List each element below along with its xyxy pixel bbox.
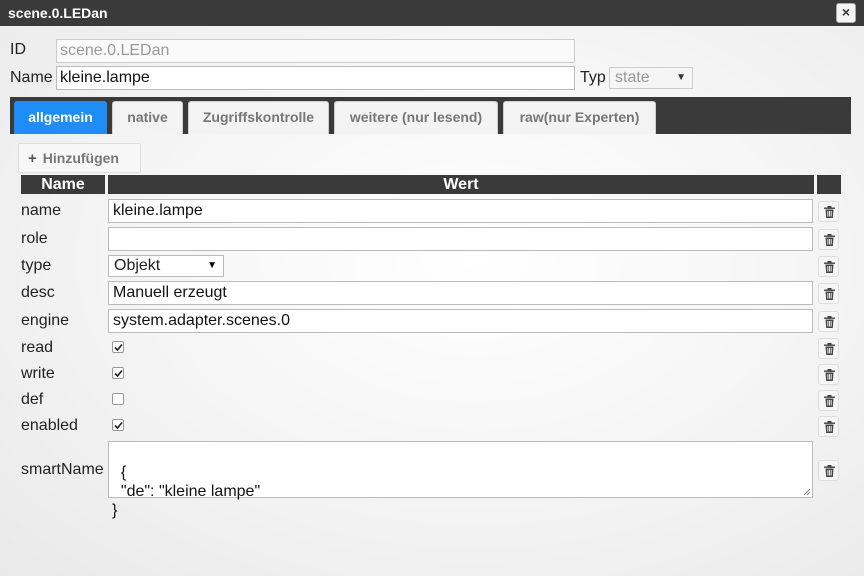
delete-button-role[interactable] <box>818 229 839 250</box>
close-button[interactable]: × <box>836 3 856 23</box>
name-field[interactable] <box>56 66 575 90</box>
row-label-smartname: smartName <box>21 461 104 478</box>
window-title: scene.0.LEDan <box>8 5 108 21</box>
delete-button-smartname[interactable] <box>818 460 839 481</box>
delete-button-enabled[interactable] <box>818 416 839 437</box>
delete-button-engine[interactable] <box>818 311 839 332</box>
typ-select-value: state <box>615 69 650 86</box>
smartname-json: { "de": "kleine lampe" } <box>112 464 261 519</box>
dropdown-arrow-icon: ▼ <box>207 260 217 271</box>
checkbox-enabled[interactable] <box>112 419 124 431</box>
delete-button-def[interactable] <box>818 390 839 411</box>
row-label-def: def <box>21 391 44 408</box>
checkmark-icon <box>114 343 123 352</box>
checkbox-write[interactable] <box>112 367 124 379</box>
column-header-actions <box>817 175 841 194</box>
column-header-name: Name <box>21 175 105 194</box>
value-select-type[interactable]: Objekt ▼ <box>108 255 224 277</box>
delete-button-read[interactable] <box>818 338 839 359</box>
checkbox-def[interactable] <box>112 393 124 405</box>
tab-native[interactable]: native <box>112 101 183 134</box>
row-label-type: type <box>21 257 52 274</box>
tab-bar: allgemein native Zugriffskontrolle weite… <box>10 97 851 134</box>
value-input-name[interactable] <box>108 199 813 223</box>
row-label-desc: desc <box>21 284 55 301</box>
trash-icon <box>824 395 835 407</box>
trash-icon <box>824 261 835 273</box>
value-textarea-smartname[interactable]: { "de": "kleine lampe" } <box>108 441 813 519</box>
id-field <box>56 39 575 63</box>
trash-icon <box>824 421 835 433</box>
row-label-write: write <box>21 365 55 382</box>
plus-icon: + <box>28 150 37 167</box>
row-label-enabled: enabled <box>21 417 78 434</box>
trash-icon <box>824 316 835 328</box>
tab-weitere[interactable]: weitere (nur lesend) <box>334 101 498 134</box>
trash-icon <box>824 369 835 381</box>
row-label-role: role <box>21 230 48 247</box>
trash-icon <box>824 288 835 300</box>
tab-allgemein[interactable]: allgemein <box>14 101 107 134</box>
row-label-read: read <box>21 339 54 356</box>
column-header-wert: Wert <box>108 175 814 194</box>
trash-icon <box>824 206 835 218</box>
add-button[interactable]: + Hinzufügen <box>18 143 141 173</box>
add-button-label: Hinzufügen <box>42 150 119 166</box>
typ-select[interactable]: state ▼ <box>609 67 693 89</box>
value-input-engine[interactable] <box>108 309 813 333</box>
checkmark-icon <box>114 369 123 378</box>
trash-icon <box>824 465 835 477</box>
value-input-role[interactable] <box>108 227 813 251</box>
dropdown-arrow-icon: ▼ <box>676 72 686 83</box>
trash-icon <box>824 343 835 355</box>
row-label-name: name <box>21 202 62 219</box>
row-label-engine: engine <box>21 312 70 329</box>
trash-icon <box>824 234 835 246</box>
tab-raw[interactable]: raw(nur Experten) <box>503 101 656 134</box>
typ-label: Typ <box>580 69 606 86</box>
delete-button-type[interactable] <box>818 256 839 277</box>
resize-handle-icon[interactable] <box>803 488 811 496</box>
name-label: Name <box>10 69 53 86</box>
title-bar: scene.0.LEDan × <box>0 0 864 26</box>
id-label: ID <box>10 41 26 58</box>
tab-zugriffskontrolle[interactable]: Zugriffskontrolle <box>188 101 329 134</box>
delete-button-write[interactable] <box>818 364 839 385</box>
checkbox-read[interactable] <box>112 341 124 353</box>
value-input-desc[interactable] <box>108 281 813 305</box>
delete-button-desc[interactable] <box>818 283 839 304</box>
delete-button-name[interactable] <box>818 201 839 222</box>
type-select-value: Objekt <box>114 257 161 274</box>
checkmark-icon <box>114 421 123 430</box>
